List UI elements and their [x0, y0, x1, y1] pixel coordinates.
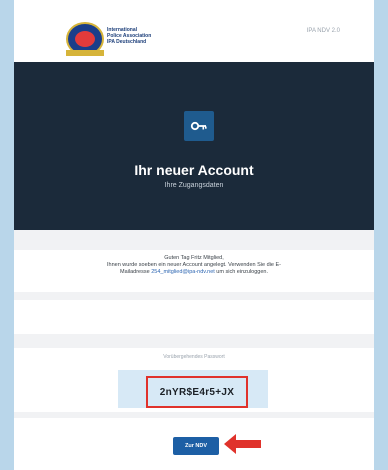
- hero-banner: Ihr neuer Account Ihre Zugangsdaten: [14, 62, 374, 230]
- spacer-card: [14, 300, 374, 334]
- arrow-left-icon: [224, 434, 261, 454]
- org-name-line3: IPA Deutschland: [107, 39, 147, 45]
- key-icon-box: [184, 111, 214, 141]
- logo-emblem: [75, 31, 95, 47]
- key-icon: [190, 121, 207, 131]
- hero-subtitle: Ihre Zugangsdaten: [164, 182, 224, 189]
- organization-name: International Police Association IPA Deu…: [107, 27, 197, 45]
- hero-title: Ihr neuer Account: [134, 162, 254, 178]
- greeting-text: Guten Tag Fritz Mitglied,: [164, 255, 224, 261]
- email-link[interactable]: 254_mitglied@ipa-ndv.net: [151, 269, 215, 275]
- password-label: Vorübergehendes Passwort: [163, 354, 225, 360]
- logo-ribbon: [66, 50, 104, 56]
- message-body-line1: Ihnen wurde soeben ein neuer Account ang…: [107, 262, 281, 268]
- message-body-prefix: Mailadresse: [120, 269, 152, 275]
- message-body-line2: Mailadresse 254_mitglied@ipa-ndv.net um …: [14, 269, 374, 276]
- ipa-logo: [66, 22, 104, 56]
- message-body-suffix: um sich einzuloggen.: [214, 269, 268, 275]
- email-header: International Police Association IPA Deu…: [14, 0, 374, 62]
- password-value: 2nYR$E4r5+JX: [146, 376, 248, 408]
- message-card: Guten Tag Fritz Mitglied, Ihnen wurde so…: [14, 250, 374, 292]
- zur-ndv-button[interactable]: Zur NDV: [173, 437, 219, 455]
- version-label: IPA NDV 2.0: [306, 28, 340, 34]
